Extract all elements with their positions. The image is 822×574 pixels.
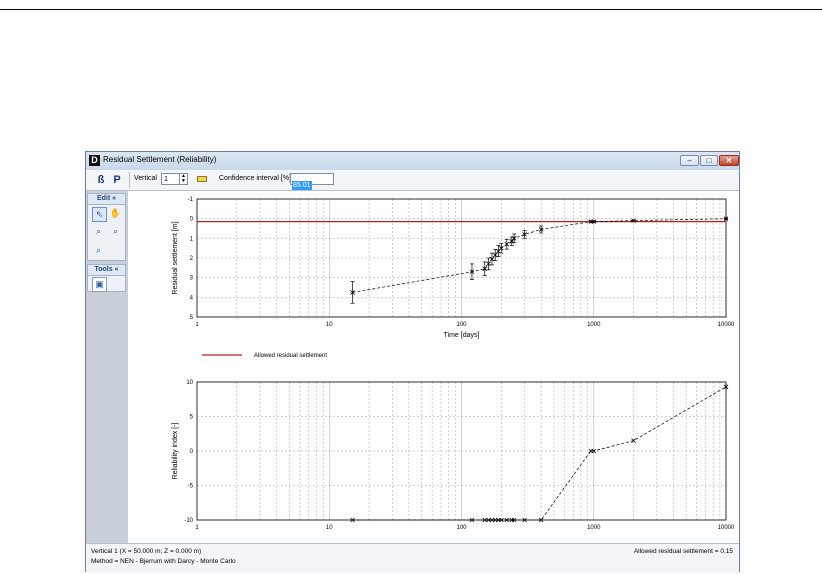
plot-area: -1 0 1 2 3 4 5 1 10 100 1000 10000 Time [days] Residu… bbox=[128, 191, 739, 543]
x-tick-label: 10000 bbox=[718, 525, 735, 531]
maximize-button[interactable]: □ bbox=[700, 155, 718, 166]
zoom-out-icon[interactable]: ⌕ bbox=[109, 225, 122, 238]
vertical-spinner[interactable]: 1 ▲ ▼ bbox=[161, 173, 188, 185]
status-method-info: Method = NEN - Bjerrum with Darcy - Mont… bbox=[91, 558, 236, 565]
tools-panel-title: Tools bbox=[94, 266, 113, 273]
x-tick-label: 1 bbox=[195, 525, 199, 531]
window-title: Residual Settlement (Reliability) bbox=[103, 155, 217, 164]
y-tick-label: 10 bbox=[186, 380, 193, 386]
confidence-interval-value: 85.01 bbox=[292, 181, 312, 190]
zoom-reset-icon[interactable]: ⌕ bbox=[92, 244, 105, 257]
app-icon: D bbox=[89, 155, 100, 166]
maximize-icon: □ bbox=[706, 156, 712, 165]
zoom-in-icon[interactable]: ⌕ bbox=[92, 225, 105, 238]
y-tick-label: -5 bbox=[188, 484, 194, 490]
y-tick-label: -10 bbox=[184, 518, 193, 524]
y-tick-label: -1 bbox=[188, 197, 194, 203]
status-bar: Vertical 1 (X = 50.000 m; Z = 0.000 m) M… bbox=[86, 543, 739, 573]
y-tick-label: 0 bbox=[190, 217, 194, 223]
toolbar-separator bbox=[129, 172, 130, 188]
chart-settings-icon[interactable]: ▣ bbox=[92, 277, 107, 292]
y-tick-label: 4 bbox=[190, 295, 194, 301]
page-rule bbox=[0, 9, 822, 10]
data-series-line bbox=[352, 386, 727, 521]
pan-hand-icon[interactable]: ✋ bbox=[109, 207, 122, 220]
y-tick-label: 5 bbox=[190, 415, 194, 421]
edit-panel: Edit « ⇖ ✋ ⌕ ⌕ ⌕ bbox=[87, 193, 126, 261]
x-tick-label: 1 bbox=[195, 322, 199, 328]
y-tick-label: 0 bbox=[190, 449, 194, 455]
confidence-interval-input[interactable]: 85.01 bbox=[290, 173, 334, 190]
vertical-value: 1 bbox=[164, 176, 168, 183]
tools-panel-header[interactable]: Tools « bbox=[88, 265, 125, 276]
y-tick-label: 2 bbox=[190, 256, 194, 262]
close-icon: ✕ bbox=[725, 156, 733, 165]
x-tick-label: 1000 bbox=[587, 525, 601, 531]
vertical-label: Vertical bbox=[134, 175, 157, 182]
x-tick-label: 1000 bbox=[587, 322, 601, 328]
tools-panel: Tools « ▣ bbox=[87, 264, 126, 292]
reliability-beta-button[interactable]: ß bbox=[94, 173, 108, 187]
data-series-line bbox=[352, 218, 727, 293]
status-allowed-settlement: Allowed residual settlement = 0.15 bbox=[633, 548, 733, 555]
edit-panel-header[interactable]: Edit « bbox=[88, 194, 125, 205]
y-tick-label: 5 bbox=[190, 315, 194, 321]
toolbar: ß P Vertical 1 ▲ ▼ Confidence interval [%… bbox=[86, 170, 739, 191]
x-axis-title: Time [days] bbox=[444, 332, 480, 339]
status-vertical-info: Vertical 1 (X = 50.000 m; Z = 0.000 m) bbox=[91, 548, 202, 555]
x-tick-label: 100 bbox=[456, 525, 467, 531]
y-axis-title: Reliability index [-] bbox=[172, 423, 179, 480]
y-tick-label: 1 bbox=[190, 236, 194, 242]
x-tick-label: 100 bbox=[456, 322, 467, 328]
x-tick-label: 10 bbox=[326, 525, 333, 531]
residual-settlement-window: D Residual Settlement (Reliability) – □ … bbox=[85, 151, 740, 573]
charts-svg: -10123451 10 100 1000 10000Time [days]Residu… bbox=[172, 197, 735, 531]
confidence-interval-label: Confidence interval [%] bbox=[219, 175, 291, 182]
side-panel: Edit « ⇖ ✋ ⌕ ⌕ ⌕ Tools « ▣ bbox=[86, 191, 128, 543]
select-pointer-icon[interactable]: ⇖ bbox=[92, 207, 107, 222]
title-bar[interactable]: D Residual Settlement (Reliability) – □ … bbox=[86, 152, 739, 170]
y-axis-title: Residual settlement [m] bbox=[172, 221, 179, 294]
x-tick-label: 10000 bbox=[718, 322, 735, 328]
minimize-icon: – bbox=[687, 156, 692, 165]
probability-button[interactable]: P bbox=[110, 173, 124, 187]
spinner-arrows-icon[interactable]: ▲ ▼ bbox=[179, 174, 187, 184]
collapse-icon: « bbox=[112, 195, 117, 202]
y-tick-label: 3 bbox=[190, 276, 194, 282]
edit-panel-title: Edit bbox=[96, 195, 111, 202]
minimize-button[interactable]: – bbox=[680, 155, 699, 166]
collapse-icon: « bbox=[114, 266, 119, 273]
ruler-icon[interactable] bbox=[197, 176, 207, 182]
close-button[interactable]: ✕ bbox=[719, 155, 739, 166]
x-tick-label: 10 bbox=[326, 322, 333, 328]
legend-label: Allowed residual settlement bbox=[254, 353, 327, 359]
